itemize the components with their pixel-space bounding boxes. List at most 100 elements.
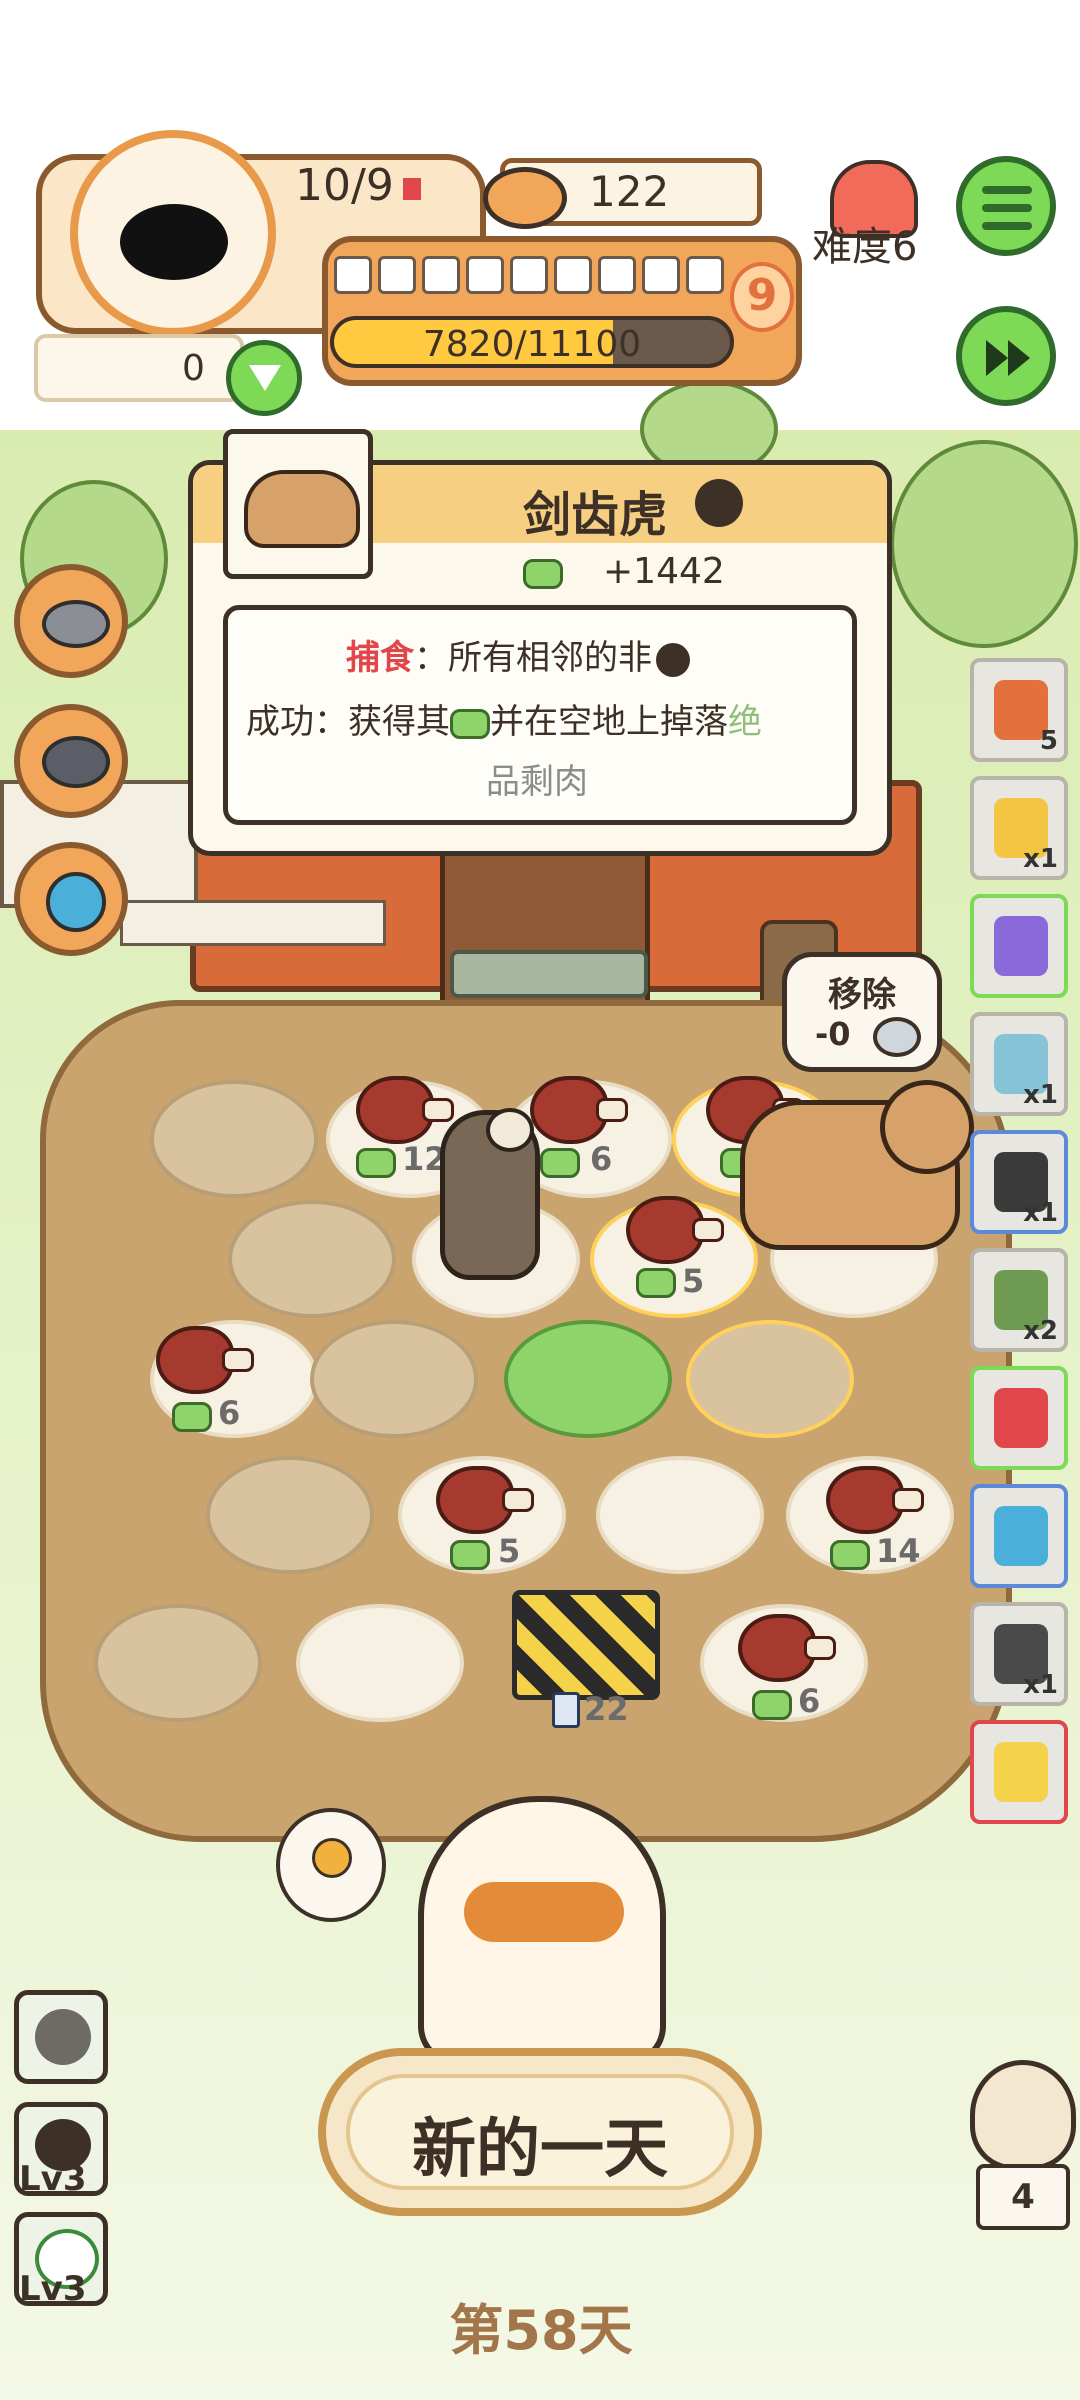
- coin-icon: [450, 1540, 490, 1570]
- new-day-label: 新的一天: [412, 2113, 668, 2187]
- plot[interactable]: [310, 1320, 478, 1438]
- keyword-prey: 捕食: [346, 638, 414, 678]
- can-icon: [483, 167, 567, 229]
- plot[interactable]: [150, 1080, 318, 1198]
- planter-box: [120, 900, 386, 946]
- inventory-item[interactable]: x1: [970, 1012, 1068, 1116]
- slot-cat-silhouette[interactable]: [14, 1990, 108, 2084]
- coin-icon: [830, 1540, 870, 1570]
- plot-grass[interactable]: [504, 1320, 672, 1438]
- beast-type-icon: [695, 479, 743, 527]
- slot-level: Lv3: [19, 2269, 87, 2309]
- plot[interactable]: [596, 1456, 764, 1574]
- gift-count: 0: [182, 348, 205, 389]
- barrier-timer: 22: [584, 1690, 629, 1728]
- meat-icon[interactable]: [156, 1326, 254, 1394]
- menu-icon: [982, 186, 1032, 194]
- inventory-item[interactable]: x1: [970, 1130, 1068, 1234]
- level-badge: 9: [730, 262, 794, 332]
- avatar[interactable]: [70, 130, 276, 336]
- beast-type-icon: [656, 642, 690, 677]
- progress-pip: [642, 256, 680, 294]
- inventory-item[interactable]: x2: [970, 1248, 1068, 1352]
- dropdown-button[interactable]: [226, 340, 302, 416]
- cans-count: 122: [589, 167, 670, 216]
- toy-button[interactable]: [14, 842, 128, 956]
- gift-counter: 0: [34, 334, 244, 402]
- new-day-button[interactable]: 新的一天: [318, 2048, 762, 2216]
- stone-slab: [450, 950, 648, 998]
- owl-widget[interactable]: 4: [966, 2060, 1080, 2240]
- coin-icon: [450, 708, 490, 739]
- inventory-item[interactable]: [970, 894, 1068, 998]
- tree-right: [890, 440, 1078, 648]
- fast-forward-button[interactable]: [956, 306, 1056, 406]
- plot[interactable]: [94, 1604, 262, 1722]
- cat-silhouette-icon: [35, 2009, 91, 2065]
- item-count: x1: [1023, 1080, 1058, 1110]
- inventory-item[interactable]: [970, 1720, 1068, 1824]
- meat-icon[interactable]: [530, 1076, 628, 1144]
- meat-count: 5: [498, 1532, 521, 1570]
- ability-line-3: 品剩肉: [486, 762, 588, 802]
- sabertooth-icon: [244, 470, 360, 548]
- meat-count: 6: [218, 1394, 241, 1432]
- pet-bowl-button[interactable]: [14, 564, 128, 678]
- coin-icon: [172, 1402, 212, 1432]
- inventory-item[interactable]: 5: [970, 658, 1068, 762]
- ability-description: 捕食：所有相邻的非 成功：获得其 并在空地上掉落绝 品剩肉: [223, 605, 857, 825]
- inventory-item[interactable]: x1: [970, 776, 1068, 880]
- eagle-head: [486, 1108, 534, 1152]
- meat-count: 5: [682, 1262, 705, 1300]
- inventory-item[interactable]: [970, 1484, 1068, 1588]
- collar-button[interactable]: [14, 704, 128, 818]
- creature-info-panel: 剑齿虎 +1442 捕食：所有相邻的非 成功：获得其 并在空地上掉落绝 品剩肉: [188, 429, 892, 856]
- menu-button[interactable]: [956, 156, 1056, 256]
- slot-black-cat[interactable]: Lv3: [14, 2102, 108, 2199]
- progress-pip: [510, 256, 548, 294]
- meat-icon[interactable]: [356, 1076, 454, 1144]
- medal-icon: [312, 1838, 352, 1878]
- progress-pips: [334, 256, 734, 300]
- plot-selected[interactable]: [686, 1320, 854, 1438]
- meat-icon[interactable]: [826, 1466, 924, 1534]
- inventory-item[interactable]: [970, 1366, 1068, 1470]
- remove-label: 移除: [828, 975, 896, 1015]
- population-display: 10/9: [295, 160, 463, 224]
- new-day-button-inner: 新的一天: [346, 2074, 734, 2190]
- progress-pip: [686, 256, 724, 294]
- inventory-sidebar: 5 x1 x1 x1 x2 x1: [970, 658, 1076, 1824]
- shopkeeper-cat[interactable]: [418, 1796, 666, 2066]
- barrier-icon[interactable]: [512, 1590, 660, 1700]
- progress-pip: [422, 256, 460, 294]
- cat-patch: [464, 1882, 624, 1942]
- meat-icon[interactable]: [626, 1196, 724, 1264]
- meat-count: 6: [590, 1140, 613, 1178]
- population-text: 10/9: [295, 160, 394, 211]
- owl-icon: [970, 2060, 1076, 2170]
- plot[interactable]: [296, 1604, 464, 1722]
- remove-value: -0: [815, 1015, 851, 1053]
- can-icon: [873, 1017, 921, 1057]
- certificate-icon[interactable]: [276, 1808, 386, 1922]
- bowl-icon: [42, 600, 110, 648]
- ability-line-2-green: 绝: [728, 702, 762, 742]
- chevron-down-icon: [249, 365, 281, 391]
- remove-bubble[interactable]: 移除 -0: [782, 952, 942, 1072]
- meat-icon[interactable]: [738, 1614, 836, 1682]
- item-count: 5: [1039, 726, 1058, 756]
- flag-icon: [402, 178, 421, 200]
- meat-icon[interactable]: [436, 1466, 534, 1534]
- ability-line-2-rest: 并在空地上掉落: [490, 702, 728, 742]
- collar-icon: [42, 736, 110, 788]
- item-count: x1: [1023, 1198, 1058, 1228]
- scroll-icon: [994, 1742, 1048, 1802]
- slot-white-cat[interactable]: Lv3: [14, 2212, 108, 2309]
- xp-bar: 7820/11100: [330, 316, 734, 368]
- plot[interactable]: [228, 1200, 396, 1318]
- plot[interactable]: [206, 1456, 374, 1574]
- progress-pip: [554, 256, 592, 294]
- inventory-item[interactable]: x1: [970, 1602, 1068, 1706]
- slot-level: Lv3: [19, 2159, 87, 2199]
- item-count: x1: [1023, 844, 1058, 874]
